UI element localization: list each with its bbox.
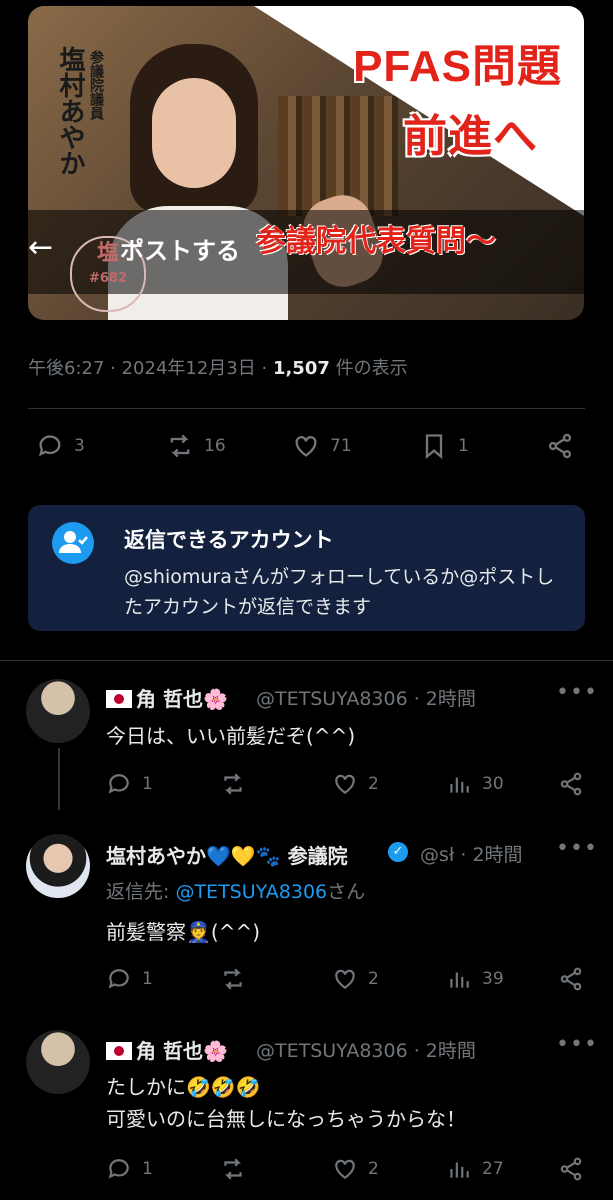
reply-icon	[38, 435, 61, 457]
post-time: 午後6:27	[28, 358, 105, 379]
reply-icon	[108, 969, 129, 989]
like-count: 2	[368, 774, 379, 794]
reply-button[interactable]: 1	[106, 966, 153, 992]
repost-icon	[170, 434, 190, 458]
reply-text: 今日は、いい前髪だぞ(^^)	[106, 724, 356, 748]
repost-button[interactable]	[220, 966, 246, 992]
share-button[interactable]	[546, 432, 574, 460]
repost-icon	[224, 773, 242, 795]
like-button[interactable]: 2	[332, 1156, 379, 1182]
reply-icon	[108, 1159, 129, 1179]
repost-button[interactable]: 16	[166, 432, 226, 460]
reply-icon	[108, 774, 129, 794]
heart-icon	[335, 774, 355, 794]
reply-text-line-2: 可愛いのに台無しになっちゃうからな！	[106, 1107, 466, 1131]
like-button[interactable]: 71	[292, 432, 352, 460]
arrow-left-icon[interactable]: ←	[28, 230, 53, 265]
share-button[interactable]	[558, 771, 584, 797]
reply-count: 1	[142, 969, 153, 989]
japan-flag-icon	[106, 690, 132, 708]
reply-button[interactable]: 3	[36, 432, 85, 460]
verified-badge-icon: ✓	[388, 842, 408, 862]
page-title: ポストする	[120, 237, 240, 265]
reply-time: 2時間	[472, 844, 523, 866]
like-button[interactable]: 2	[332, 966, 379, 992]
reply-count: 1	[142, 1159, 153, 1179]
more-options-icon[interactable]: •••	[556, 1032, 598, 1057]
headline-line-2: 前進へ	[403, 112, 538, 161]
heart-icon	[335, 969, 355, 989]
view-count: 39	[482, 969, 504, 989]
view-count: 1,507	[272, 358, 330, 379]
reply-handle[interactable]: @TETSUYA8306 · 2時間	[256, 684, 476, 711]
reply-button[interactable]: 1	[106, 1156, 153, 1182]
title-caption: 参議院議員	[88, 50, 104, 120]
reply-author-name[interactable]: 塩村あやか💙💛🐾 参議院	[106, 840, 416, 869]
reply-to-link[interactable]: @TETSUYA8306	[175, 881, 327, 903]
share-icon	[560, 1157, 582, 1181]
reply-time: 2時間	[425, 688, 476, 710]
reply-time: 2時間	[425, 1040, 476, 1062]
like-count: 2	[368, 969, 379, 989]
heart-icon	[335, 1159, 355, 1179]
bookmark-icon	[425, 434, 443, 459]
bar-chart-icon	[450, 972, 469, 988]
reply-restriction-body: @shiomuraさんがフォローしているか@ポストしたアカウントが返信できます	[124, 566, 555, 618]
views-button[interactable]: 39	[446, 966, 504, 992]
divider	[28, 408, 585, 409]
views-button[interactable]: 30	[446, 771, 504, 797]
reply-author-name[interactable]: 角 哲也🌸	[106, 683, 228, 712]
post-media-image[interactable]: 参議院議員 塩村あやか PFAS問題 前進へ 参議院代表質問〜 塩 #682	[28, 6, 584, 320]
share-button[interactable]	[558, 966, 584, 992]
post-date[interactable]: 2024年12月3日	[122, 358, 256, 379]
bar-chart-icon	[450, 1162, 469, 1178]
view-count: 30	[482, 774, 504, 794]
bookmark-button[interactable]: 1	[420, 432, 469, 460]
like-count: 2	[368, 1159, 379, 1179]
person-check-icon	[52, 522, 94, 564]
repost-button[interactable]	[220, 1156, 246, 1182]
like-button[interactable]: 2	[332, 771, 379, 797]
view-count: 27	[482, 1159, 504, 1179]
speaker-name-caption: 塩村あやか	[55, 46, 85, 176]
repost-button[interactable]	[220, 771, 246, 797]
avatar[interactable]	[26, 679, 90, 743]
reply-to-line: 返信先: @TETSUYA8306さん	[106, 881, 366, 903]
reply-text: 前髪警察👮(^^)	[106, 920, 261, 944]
share-icon	[560, 967, 582, 991]
badge-number: #682	[88, 271, 128, 286]
reply-author-name[interactable]: 角 哲也🌸	[106, 1035, 228, 1064]
headline-line-1: PFAS問題	[353, 42, 562, 91]
share-icon	[548, 433, 572, 459]
repost-icon	[224, 968, 242, 990]
heart-icon	[295, 436, 317, 457]
divider	[0, 660, 613, 661]
share-button[interactable]	[558, 1156, 584, 1182]
views-button[interactable]: 27	[446, 1156, 504, 1182]
more-options-icon[interactable]: •••	[556, 836, 598, 861]
reply-restriction-title: 返信できるアカウント	[124, 528, 334, 552]
reply-count: 3	[74, 436, 85, 456]
repost-count: 16	[204, 436, 226, 456]
reply-button[interactable]: 1	[106, 771, 153, 797]
avatar[interactable]	[26, 834, 90, 898]
view-label: 件の表示	[335, 358, 408, 379]
reply-count: 1	[142, 774, 153, 794]
share-icon	[560, 772, 582, 796]
thread-line	[58, 748, 60, 810]
post-meta: 午後6:27 · 2024年12月3日 · 1,507 件の表示	[28, 358, 408, 379]
reply-text-line-1: たしかに🤣🤣🤣	[106, 1075, 261, 1099]
reply-handle[interactable]: @TETSUYA8306 · 2時間	[256, 1036, 476, 1063]
japan-flag-icon	[106, 1042, 132, 1060]
bookmark-count: 1	[458, 436, 469, 456]
more-options-icon[interactable]: •••	[556, 680, 598, 705]
headline-subline: 参議院代表質問〜	[256, 224, 496, 259]
bar-chart-icon	[450, 777, 469, 793]
like-count: 71	[330, 436, 352, 456]
avatar[interactable]	[26, 1030, 90, 1094]
repost-icon	[224, 1158, 242, 1180]
reply-handle[interactable]: @sł · 2時間	[420, 840, 523, 867]
